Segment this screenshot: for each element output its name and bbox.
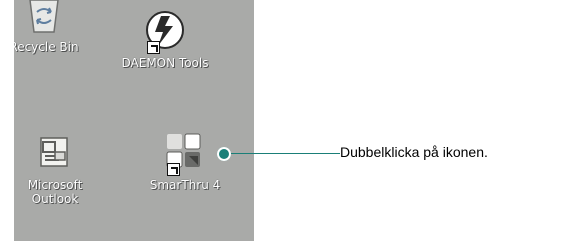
- outlook-label: Microsoft Outlook: [27, 178, 83, 206]
- smarthru-icon: [161, 130, 209, 178]
- shortcut-arrow-icon: [147, 41, 160, 54]
- callout-line: [226, 153, 340, 154]
- callout-text: Dubbelklicka på ikonen.: [340, 144, 488, 160]
- daemon-tools-label: DAEMON Tools: [121, 56, 209, 70]
- desktop-icon-microsoft-outlook[interactable]: Microsoft Outlook: [14, 130, 103, 206]
- recycle-bin-label: Recycle Bin: [14, 40, 79, 54]
- desktop-area: Recycle Bin DAEMON Tools Microsoft Outlo…: [14, 0, 254, 241]
- smarthru-label: SmarThru 4: [149, 178, 221, 192]
- daemon-tools-icon: [141, 8, 189, 56]
- desktop-icon-daemon-tools[interactable]: DAEMON Tools: [117, 8, 213, 70]
- desktop-icon-recycle-bin[interactable]: Recycle Bin: [14, 0, 92, 54]
- outlook-icon: [31, 130, 79, 178]
- shortcut-arrow-icon: [167, 163, 180, 176]
- recycle-bin-icon: [20, 0, 68, 40]
- callout-dot: [217, 147, 231, 161]
- desktop-icon-smarthru[interactable]: SmarThru 4: [137, 130, 233, 192]
